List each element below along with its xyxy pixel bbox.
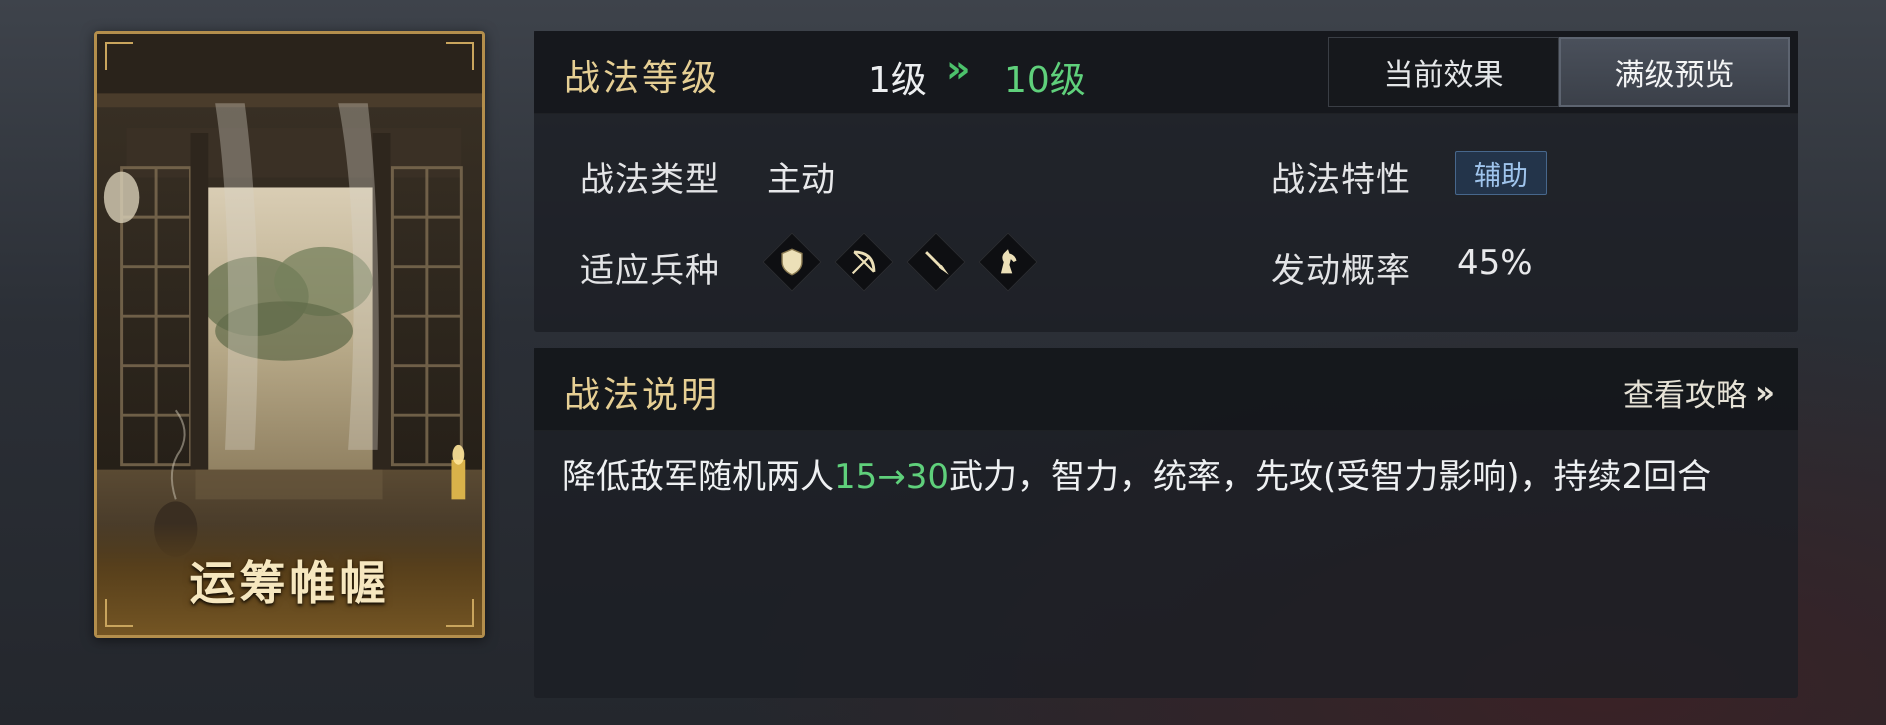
trigger-chance-value: 45% (1457, 243, 1533, 283)
skill-type-label: 战法类型 (580, 160, 720, 200)
skill-description-panel: 战法说明 查看攻略 » 降低敌军随机两人15→30武力，智力，统率，先攻(受智力… (534, 348, 1798, 698)
level-arrow-glyph: » (946, 47, 970, 91)
description-value-highlight: 15→30 (834, 457, 950, 497)
level-title: 战法等级 (564, 58, 721, 99)
description-part: 武力，智力，统率，先攻(受智力影响)，持续2回合 (949, 457, 1712, 497)
description-title: 战法说明 (564, 375, 721, 416)
double-chevron-right-icon: » (1754, 374, 1775, 411)
tab-max-level-preview[interactable]: 满级预览 (1559, 37, 1790, 107)
level-from: 1级 (868, 60, 927, 101)
skill-description-text: 降低敌军随机两人15→30武力，智力，统率，先攻(受智力影响)，持续2回合 (562, 451, 1782, 503)
view-guide-label: 查看攻略 (1622, 378, 1747, 414)
double-chevron-right-icon: » (946, 47, 970, 91)
description-header: 战法说明 查看攻略 » (534, 348, 1798, 431)
spear-icon (907, 233, 965, 291)
horse-icon (979, 233, 1037, 291)
description-part: 降低敌军随机两人 (562, 457, 834, 497)
skill-type-value: 主动 (767, 160, 835, 200)
shield-icon (763, 233, 821, 291)
skill-name: 运筹帷幄 (189, 556, 390, 610)
tab-current-effect[interactable]: 当前效果 (1328, 37, 1559, 107)
trigger-chance-label: 发动概率 (1271, 251, 1411, 291)
level-to: 10级 (1004, 60, 1086, 101)
card-corner-ornament (446, 42, 474, 70)
bow-icon (835, 233, 893, 291)
troop-types-icons (763, 233, 1037, 291)
skill-card: 运筹帷幄 (94, 31, 485, 638)
skill-trait-badge: 辅助 (1455, 151, 1547, 195)
effect-tabs: 当前效果 满级预览 (1328, 37, 1790, 107)
view-guide-link[interactable]: 查看攻略 » (1622, 370, 1775, 415)
card-corner-ornament (105, 42, 133, 70)
skill-trait-label: 战法特性 (1271, 160, 1411, 200)
skill-level-panel: 战法等级 1级 » 10级 当前效果 满级预览 (534, 31, 1798, 332)
troop-types-label: 适应兵种 (580, 251, 720, 291)
level-header: 战法等级 1级 » 10级 当前效果 满级预览 (534, 31, 1798, 114)
